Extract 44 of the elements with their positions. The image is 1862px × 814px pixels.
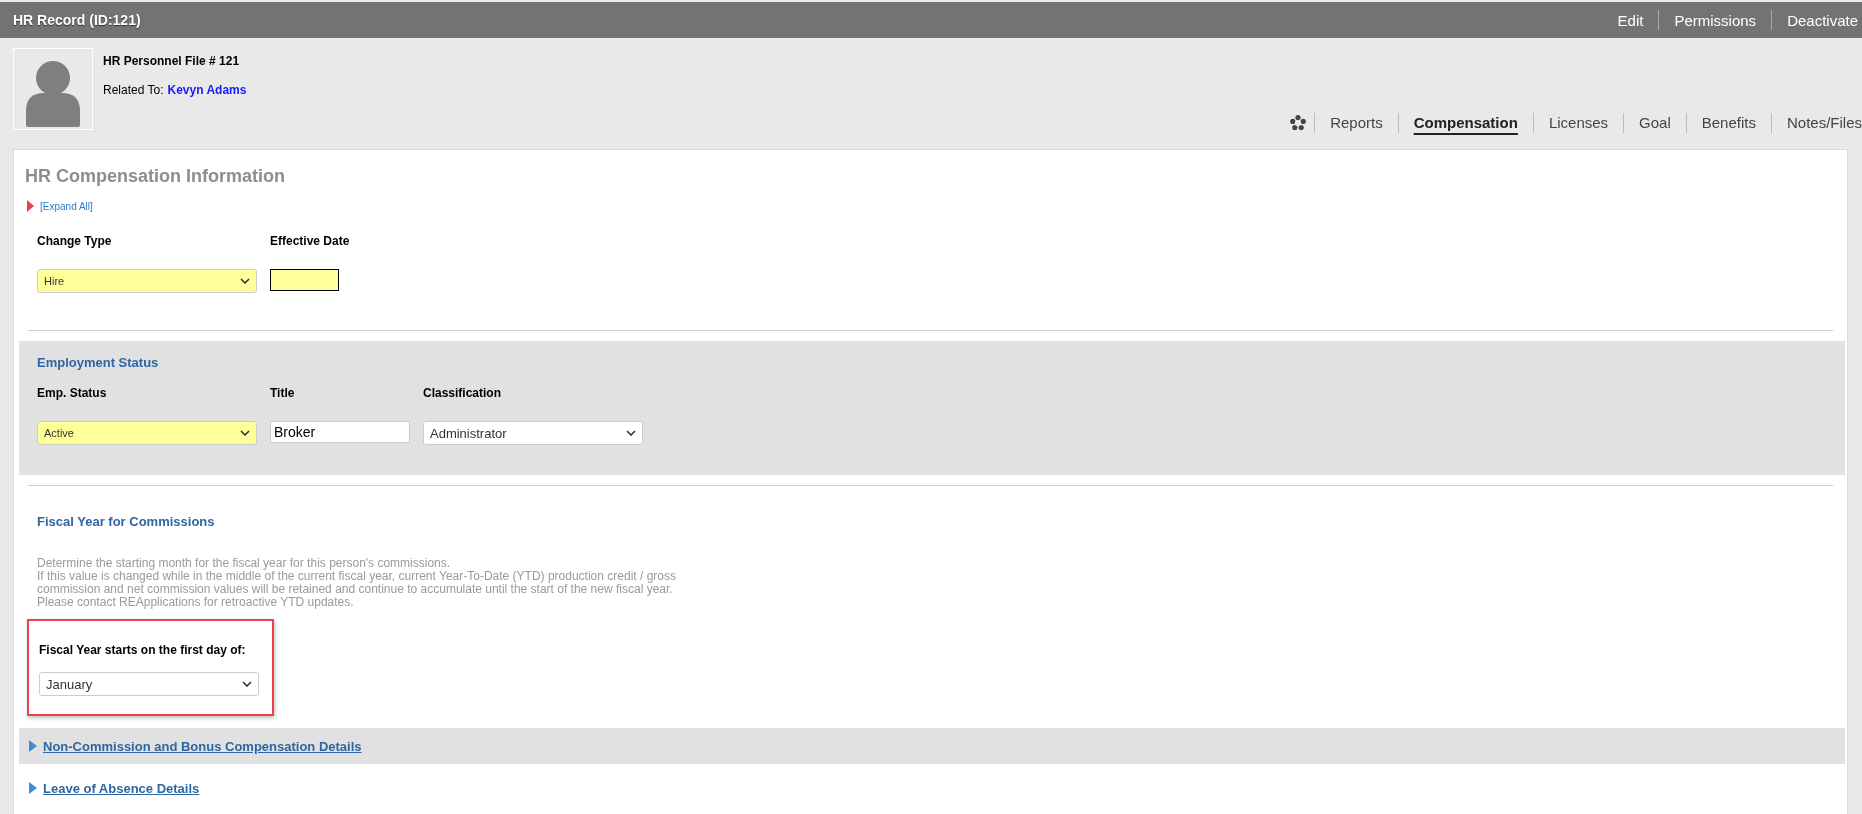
dropdown[interactable]: Hire [37,269,257,293]
header-action-link[interactable]: Edit [1602,11,1659,29]
tab[interactable]: Licenses [1533,112,1624,134]
expand-triangle-icon[interactable] [29,782,37,794]
avatar-icon [13,48,93,130]
dropdown[interactable]: January [39,672,259,696]
description-line: Please contact REApplications for retroactive YTD updates. [37,596,355,609]
related-label: Related To: [103,83,164,97]
chevron-down-icon [626,430,636,436]
tab[interactable]: Goal [1624,112,1686,134]
field-label: Change Type [37,234,113,248]
file-heading: HR Personnel File # 121 [103,54,241,68]
header-action-link[interactable]: Deactivate [1772,11,1862,29]
section-link[interactable]: Leave of Absence Details [43,780,200,796]
description-line: If this value is changed while in the middle of the current fiscal year, current Year-To-Date (YTD) production credit / gross [37,570,677,583]
date-field[interactable] [270,269,339,291]
section-heading: Employment Status [36,355,160,370]
chevron-down-icon [240,278,250,284]
field-label: Emp. Status [37,386,108,400]
field-label: Title [270,386,296,400]
window-title: HR Record (ID:121) [13,12,141,28]
flower-icon[interactable] [1290,115,1307,131]
tab[interactable]: Reports [1315,112,1398,134]
field-label: Fiscal Year starts on the first day of: [39,643,247,657]
section-link[interactable]: Non-Commission and Bonus Compensation Details [43,738,362,754]
dropdown[interactable]: Administrator [423,421,643,445]
chevron-down-icon [240,430,250,436]
expand-all-link[interactable]: [Expand All] [40,200,93,212]
expand-triangle-icon[interactable] [29,740,37,752]
field-label: Effective Date [270,234,350,248]
dropdown[interactable]: Active [37,421,257,445]
description-line: commission and net commission values will be retained and continue to accumulate until the start of the new fiscal year. [37,583,673,596]
chevron-down-icon [242,681,252,687]
description-line: Determine the starting month for the fiscal year for this person's commissions. [37,557,452,570]
input-field[interactable]: Broker [270,421,410,443]
section-title: HR Compensation Information [24,166,286,187]
field-label: Classification [423,386,503,400]
triangle-icon [27,200,34,212]
header-action-link[interactable]: Permissions [1659,11,1772,29]
tab[interactable]: Compensation [1398,112,1533,134]
tab[interactable]: Notes/Files [1771,112,1862,134]
section-heading: Fiscal Year for Commissions [36,514,216,529]
tab[interactable]: Benefits [1686,112,1771,134]
related-person-link[interactable]: Kevyn Adams [167,83,247,97]
